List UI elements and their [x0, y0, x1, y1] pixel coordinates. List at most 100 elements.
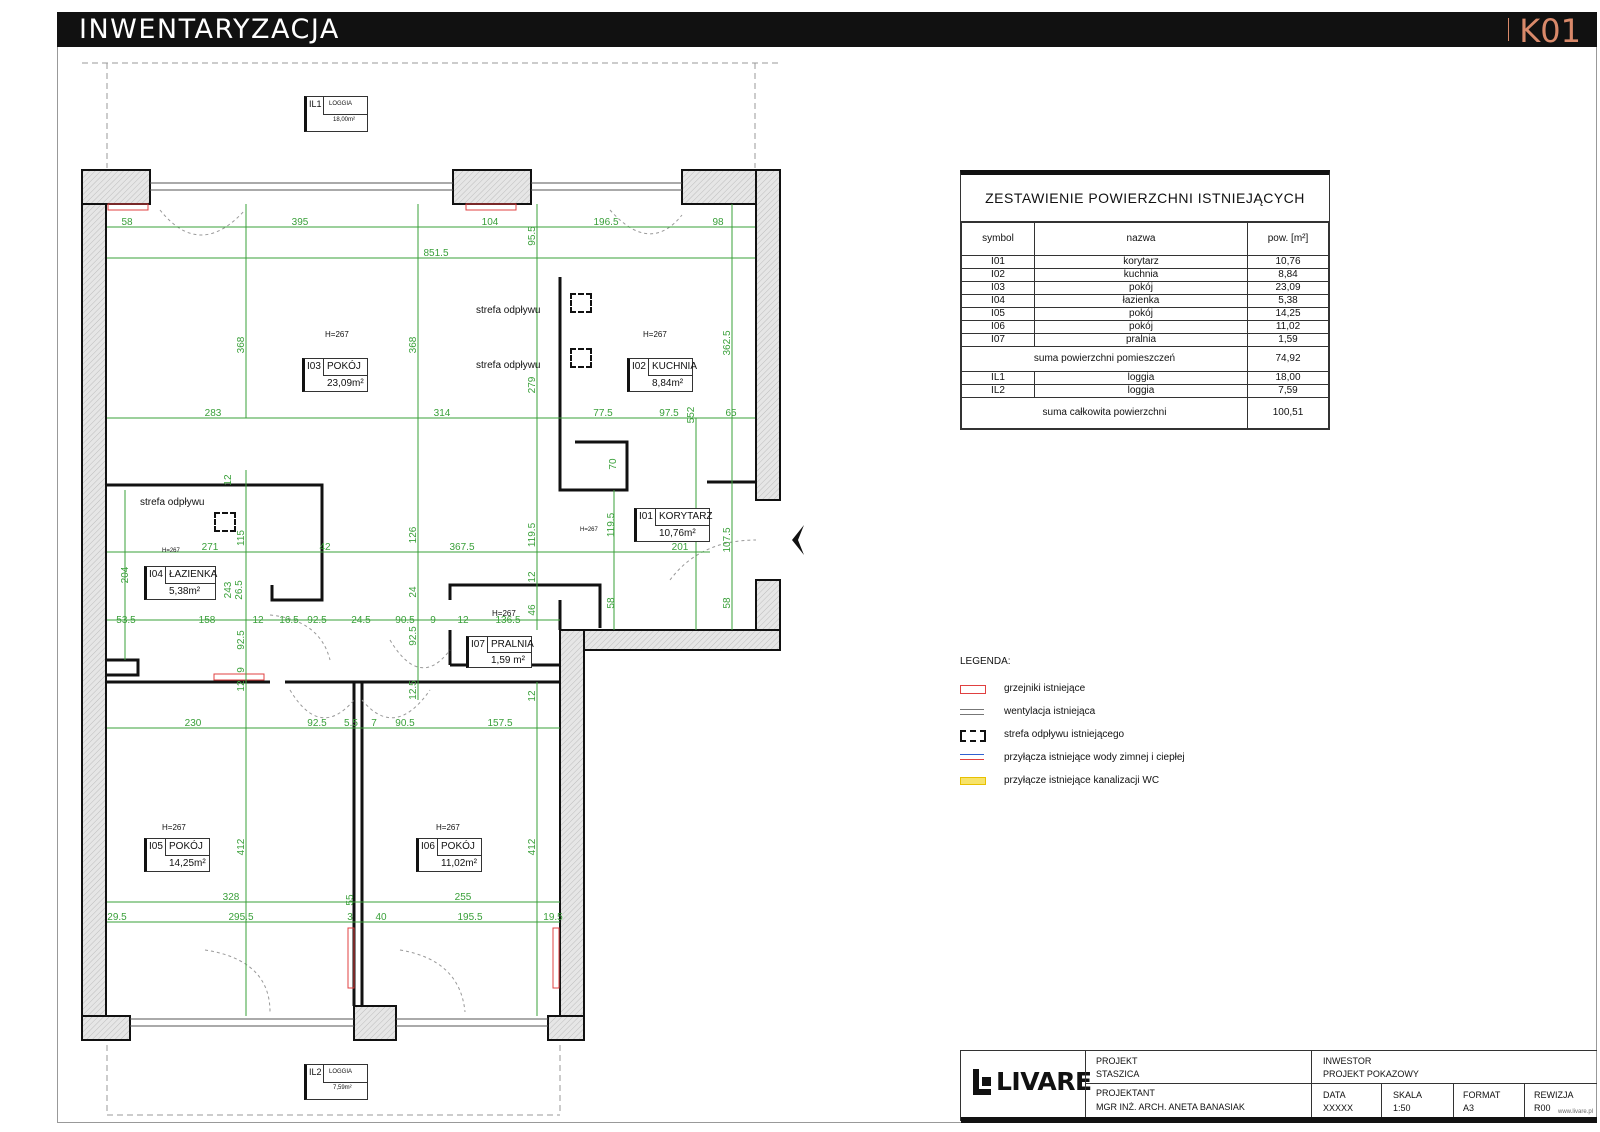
table-cell: pokój	[1034, 307, 1248, 321]
table-cell: 14,25	[1247, 307, 1329, 321]
dimension-label: 196.5	[593, 217, 618, 228]
dimension-label: 92.5	[408, 626, 419, 646]
room-name: POKÓJ	[441, 841, 475, 852]
room-height: H=267	[325, 330, 349, 339]
table-cell: I07	[961, 333, 1035, 347]
table-cell: loggia	[1034, 384, 1248, 398]
room-label-divider	[437, 855, 481, 856]
room-id: I02	[632, 361, 646, 372]
room-id: I04	[149, 569, 163, 580]
logo-text: LIVARE	[996, 1067, 1092, 1096]
dimension-label: 58	[722, 597, 733, 609]
room-area: 23,09m²	[327, 378, 364, 389]
scale-value: 1:50	[1393, 1103, 1411, 1113]
table-row: symbol nazwa pow. [m²]	[961, 222, 1329, 256]
table-row: I07 pralnia 1,59	[961, 333, 1329, 347]
dimension-label: 65	[725, 408, 737, 419]
room-height: H=267	[643, 330, 667, 339]
area-table-grid: symbol nazwa pow. [m²] I01 korytarz 10,76 I02 k…	[961, 222, 1329, 429]
dimension-label: 95.5	[527, 226, 538, 246]
dimension-label: 367.5	[449, 542, 474, 553]
dimension-label: 70	[608, 458, 619, 470]
dimension-label: 230	[185, 718, 202, 729]
room-label-divider	[323, 375, 367, 376]
table-row: suma powierzchni pomieszczeń 74,92	[961, 346, 1329, 372]
legend-item: przyłącze istniejące kanalizacji WC	[960, 769, 1185, 792]
room-area: 1,59 m²	[491, 655, 525, 666]
table-row: I04 łazienka 5,38	[961, 294, 1329, 308]
room-label-i06: I06 POKÓJ 11,02m²	[416, 838, 482, 872]
project-label: PROJEKT	[1096, 1056, 1138, 1066]
title-block: LIVARE PROJEKT STASZICA INWESTOR PROJEKT…	[960, 1050, 1597, 1123]
overall-dimension-label: 851.5	[423, 248, 448, 259]
room-name: POKÓJ	[169, 841, 203, 852]
table-cell: łazienka	[1034, 294, 1248, 308]
table-cell: 7,59	[1247, 384, 1329, 398]
table-cell: symbol	[961, 222, 1035, 256]
dimension-label: 24	[408, 586, 419, 598]
dimension-label: 107.5	[722, 527, 733, 552]
legend-label: przyłącza istniejące wody zimnej i ciepł…	[1004, 752, 1185, 763]
drain-zone-label: strefa odpływu	[140, 497, 205, 508]
livare-logo-mark	[973, 1068, 991, 1095]
dimension-label: 92.5	[307, 615, 327, 626]
dimension-label: 157.5	[487, 718, 512, 729]
water-connection-symbol	[960, 752, 1004, 764]
table-cell: 1,59	[1247, 333, 1329, 347]
dimension-label: 3	[347, 912, 353, 923]
legend-item: wentylacja istniejąca	[960, 700, 1185, 723]
room-label-divider	[165, 567, 166, 583]
drain-zone-label: strefa odpływu	[476, 360, 541, 371]
table-cell: 11,02	[1247, 320, 1329, 334]
room-label-divider	[487, 652, 531, 653]
table-cell: korytarz	[1034, 255, 1248, 269]
room-area: 8,84m²	[652, 378, 684, 389]
room-id: IL2	[309, 1067, 322, 1077]
room-name: ŁAZIENKA	[169, 569, 218, 580]
room-label-divider	[323, 1065, 324, 1082]
dimension-label: 295.5	[228, 912, 253, 923]
table-cell: I01	[961, 255, 1035, 269]
dimension-label: 201	[672, 542, 689, 553]
dimension-label: 314	[434, 408, 451, 419]
table-cell: 74,92	[1247, 346, 1329, 372]
legend-item: przyłącza istniejące wody zimnej i ciepł…	[960, 746, 1185, 769]
dimension-label: 16.5	[279, 615, 299, 626]
dimension-label: 368	[408, 336, 419, 353]
dimension-label: 90.5	[395, 718, 415, 729]
table-cell: 23,09	[1247, 281, 1329, 295]
room-id: I03	[307, 361, 321, 372]
room-id: I06	[421, 841, 435, 852]
investor-value: PROJEKT POKAZOWY	[1323, 1069, 1419, 1079]
room-label-divider	[323, 1082, 367, 1083]
room-name: KORYTARZ	[659, 511, 713, 522]
room-label-i02: I02 KUCHNIA 8,84m²	[627, 358, 697, 392]
header-separator	[1508, 18, 1509, 41]
legend-label: strefa odpływu istniejącego	[1004, 729, 1125, 740]
dimension-label: 90.5	[395, 615, 415, 626]
table-cell: I02	[961, 268, 1035, 282]
room-area: 18,00m²	[333, 117, 356, 123]
table-row: IL2 loggia 7,59	[961, 384, 1329, 398]
room-label-i04: I04 ŁAZIENKA 5,38m²	[144, 566, 218, 600]
dimension-label: 412	[527, 838, 538, 855]
dimension-label: 26.5	[234, 580, 245, 600]
dimension-label: 158	[199, 615, 216, 626]
room-name: POKÓJ	[327, 361, 361, 372]
room-height: H=267	[162, 823, 186, 832]
dimension-label: 279	[527, 376, 538, 393]
room-label-i05: I05 POKÓJ 14,25m²	[144, 838, 210, 872]
dimension-label: 12	[236, 680, 247, 692]
table-cell: pokój	[1034, 320, 1248, 334]
designer-label: PROJEKTANT	[1096, 1088, 1155, 1098]
room-label-i07: I07 PRALNIA 1,59 m²	[466, 636, 534, 668]
table-cell: suma całkowita powierzchni	[961, 397, 1248, 429]
room-area: 7,59m²	[333, 1085, 352, 1091]
dimension-label: 7	[371, 718, 377, 729]
table-cell: pokój	[1034, 281, 1248, 295]
dimension-label: 42	[319, 542, 331, 553]
drain-zone-symbol	[570, 293, 592, 313]
room-label-il1: IL1 LOGGIA 18,00m²	[304, 96, 368, 132]
table-row: I02 kuchnia 8,84	[961, 268, 1329, 282]
dimension-label: 119.5	[527, 522, 538, 547]
